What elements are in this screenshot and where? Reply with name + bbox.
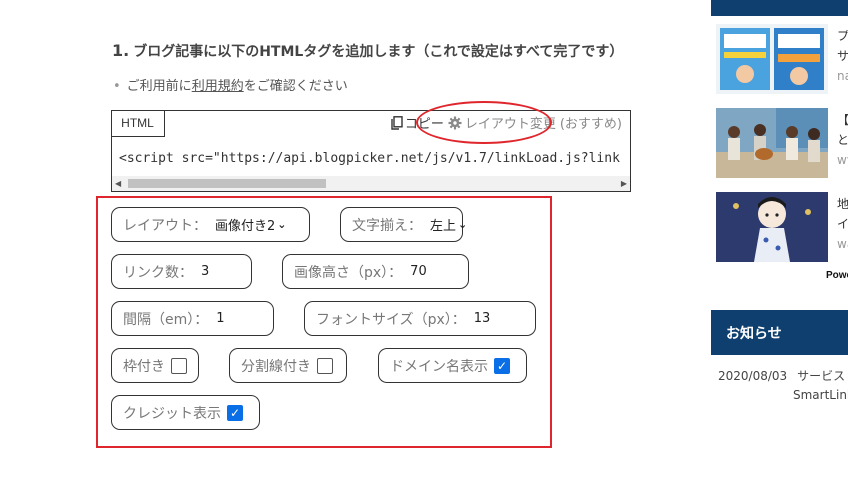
tab-html[interactable]: HTML bbox=[111, 110, 165, 137]
font-size-value[interactable]: 13 bbox=[474, 311, 491, 326]
copy-button[interactable]: コピー bbox=[391, 113, 444, 132]
sidebar-link-item[interactable]: プ サ na bbox=[716, 24, 848, 94]
terms-note: • ご利用前に利用規約をご確認ください bbox=[113, 79, 348, 94]
credit-checkbox[interactable]: ✓ bbox=[227, 404, 243, 421]
bullet-icon: • bbox=[113, 79, 121, 94]
align-value: 左上 bbox=[430, 219, 457, 234]
news-date: 2020/08/03 bbox=[718, 369, 788, 383]
sidebar-link-item[interactable]: 地 イ wa bbox=[716, 192, 848, 262]
step-title: ブログ記事に以下のHTMLタグを追加します（これで設定はすべて完了です） bbox=[133, 44, 624, 60]
border-checkbox[interactable] bbox=[171, 357, 187, 374]
news-item[interactable]: 2020/08/03 サービス bbox=[718, 367, 845, 384]
link-count-value[interactable]: 3 bbox=[201, 264, 209, 279]
news-title[interactable]: サービス bbox=[797, 369, 845, 383]
sidebar-link-item[interactable]: 【 と wv bbox=[716, 108, 848, 178]
border-toggle[interactable]: 枠付き bbox=[111, 348, 199, 383]
step-number: 1. bbox=[112, 41, 130, 60]
layout-value: 画像付き2 bbox=[215, 219, 276, 234]
recommend-label: (おすすめ) bbox=[559, 117, 622, 132]
domain-toggle[interactable]: ドメイン名表示 ✓ bbox=[378, 348, 527, 383]
divider-toggle[interactable]: 分割線付き bbox=[229, 348, 347, 383]
font-size-field[interactable]: フォントサイズ（px）： 13 bbox=[304, 301, 536, 336]
sidebar-top-bar bbox=[711, 0, 848, 16]
spacing-value[interactable]: 1 bbox=[216, 311, 224, 326]
scrollbar-thumb[interactable] bbox=[128, 179, 326, 188]
powered-by-label[interactable]: Powe bbox=[826, 270, 848, 281]
copy-icon bbox=[391, 115, 403, 130]
credit-toggle[interactable]: クレジット表示 ✓ bbox=[111, 395, 260, 430]
spacing-field[interactable]: 間隔（em）： 1 bbox=[111, 301, 274, 336]
layout-change-button[interactable]: レイアウト変更 bbox=[448, 113, 556, 132]
scroll-left-icon[interactable]: ◀ bbox=[115, 179, 121, 188]
chevron-down-icon: ⌄ bbox=[277, 218, 287, 231]
scroll-right-icon[interactable]: ▶ bbox=[621, 179, 627, 188]
code-toolbar: コピー レイアウト変更 (おすすめ) bbox=[391, 113, 622, 132]
link-count-field[interactable]: リンク数： 3 bbox=[111, 254, 252, 289]
horizontal-scrollbar[interactable]: ◀ ▶ bbox=[112, 176, 630, 191]
html-code-box: HTML コピー レイアウト変更 (おすすめ) <script src="htt… bbox=[111, 110, 631, 192]
musicians-photo-thumbnail[interactable] bbox=[716, 108, 828, 178]
terms-link[interactable]: 利用規約 bbox=[192, 79, 244, 94]
gear-icon bbox=[448, 116, 462, 129]
image-height-field[interactable]: 画像高さ（px）： 70 bbox=[282, 254, 469, 289]
illustration-thumbnail[interactable] bbox=[716, 192, 828, 262]
code-text[interactable]: <script src="https://api.blogpicker.net/… bbox=[119, 151, 631, 166]
domain-checkbox[interactable]: ✓ bbox=[494, 357, 510, 374]
book-cover-thumbnail[interactable] bbox=[716, 24, 828, 94]
layout-select[interactable]: レイアウト： 画像付き2 ⌄ bbox=[111, 207, 310, 242]
news-title-line2[interactable]: SmartLink bbox=[793, 388, 848, 402]
step-heading: 1. ブログ記事に以下のHTMLタグを追加します（これで設定はすべて完了です） bbox=[112, 41, 623, 61]
align-select[interactable]: 文字揃え： 左上 ⌄ bbox=[340, 207, 467, 242]
news-heading: お知らせ bbox=[711, 310, 848, 355]
chevron-down-icon: ⌄ bbox=[458, 218, 468, 231]
divider-checkbox[interactable] bbox=[317, 357, 333, 374]
image-height-value[interactable]: 70 bbox=[410, 264, 427, 279]
